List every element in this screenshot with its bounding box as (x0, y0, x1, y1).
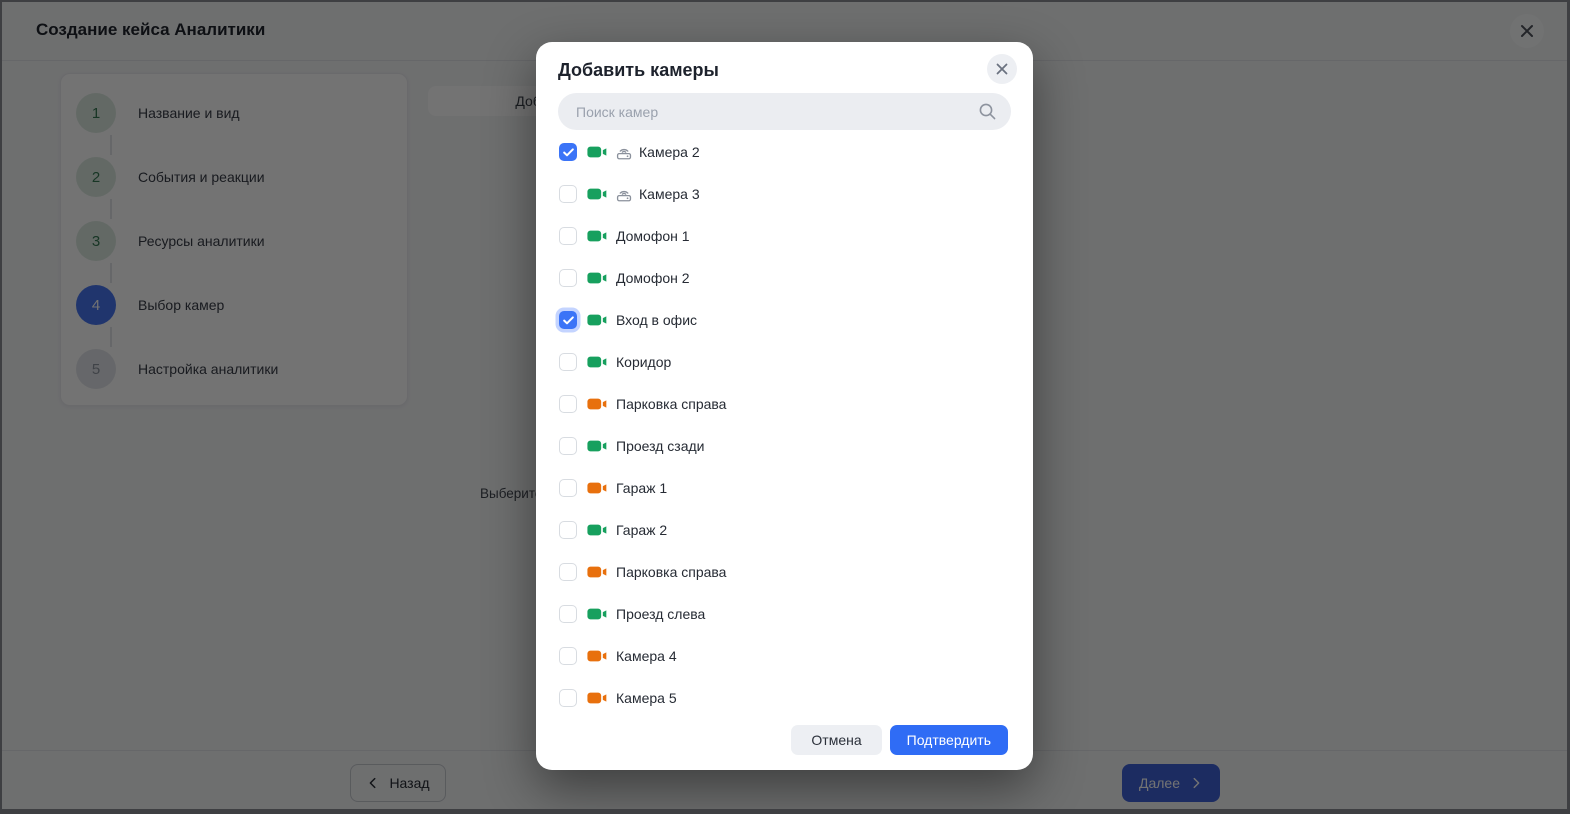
camera-icon (587, 397, 607, 411)
camera-name: Домофон 1 (616, 228, 690, 244)
camera-row: Камера 5 (558, 677, 1011, 719)
camera-name: Камера 3 (639, 186, 700, 202)
camera-icon (587, 523, 607, 537)
camera-icon (587, 355, 607, 369)
camera-icon (587, 565, 607, 579)
camera-name: Гараж 2 (616, 522, 667, 538)
camera-icon (587, 691, 607, 705)
camera-checkbox[interactable] (559, 395, 577, 413)
camera-row: Камера 3 (558, 173, 1011, 215)
camera-row: Коридор (558, 341, 1011, 383)
camera-name: Парковка справа (616, 564, 726, 580)
camera-icon (587, 229, 607, 243)
camera-row: Камера 4 (558, 635, 1011, 677)
camera-checkbox[interactable] (559, 143, 577, 161)
camera-checkbox[interactable] (559, 311, 577, 329)
camera-row: Парковка справа (558, 383, 1011, 425)
camera-checkbox[interactable] (559, 689, 577, 707)
cancel-button[interactable]: Отмена (791, 725, 881, 755)
check-icon (563, 316, 574, 325)
confirm-button[interactable]: Подтвердить (890, 725, 1008, 755)
camera-checkbox[interactable] (559, 185, 577, 203)
camera-name: Проезд слева (616, 606, 705, 622)
camera-checkbox[interactable] (559, 563, 577, 581)
camera-search (558, 93, 1011, 130)
camera-row: Проезд слева (558, 593, 1011, 635)
camera-checkbox[interactable] (559, 437, 577, 455)
camera-name: Домофон 2 (616, 270, 690, 286)
app-screen: Создание кейса Аналитики 1 Название и ви… (0, 0, 1570, 814)
camera-icon (587, 481, 607, 495)
camera-icon (587, 187, 607, 201)
camera-name: Проезд сзади (616, 438, 704, 454)
camera-name: Камера 5 (616, 690, 677, 706)
camera-checkbox[interactable] (559, 647, 577, 665)
camera-row: Домофон 1 (558, 215, 1011, 257)
camera-checkbox[interactable] (559, 353, 577, 371)
camera-name: Вход в офис (616, 312, 697, 328)
camera-name: Парковка справа (616, 396, 726, 412)
camera-name: Коридор (616, 354, 671, 370)
camera-list: Камера 2 Камера 3 (558, 131, 1011, 719)
camera-row: Парковка справа (558, 551, 1011, 593)
check-icon (563, 148, 574, 157)
camera-icon (587, 439, 607, 453)
close-icon (996, 63, 1008, 75)
modal-footer: Отмена Подтвердить (791, 725, 1008, 755)
camera-checkbox[interactable] (559, 479, 577, 497)
camera-icon (587, 271, 607, 285)
wifi-bridge-icon (616, 187, 634, 202)
modal-title: Добавить камеры (558, 60, 719, 81)
camera-checkbox[interactable] (559, 521, 577, 539)
camera-checkbox[interactable] (559, 605, 577, 623)
camera-icon (587, 649, 607, 663)
camera-icon (587, 607, 607, 621)
modal-close-button[interactable] (987, 54, 1017, 84)
camera-checkbox[interactable] (559, 269, 577, 287)
camera-icon (587, 145, 607, 159)
camera-checkbox[interactable] (559, 227, 577, 245)
camera-row: Проезд сзади (558, 425, 1011, 467)
search-icon (978, 102, 997, 121)
camera-row: Гараж 2 (558, 509, 1011, 551)
camera-name: Камера 2 (639, 144, 700, 160)
search-input[interactable] (574, 103, 978, 121)
add-cameras-modal: Добавить камеры (536, 42, 1033, 770)
camera-icon (587, 313, 607, 327)
camera-row: Камера 2 (558, 131, 1011, 173)
camera-name: Гараж 1 (616, 480, 667, 496)
camera-row: Гараж 1 (558, 467, 1011, 509)
camera-row: Вход в офис (558, 299, 1011, 341)
wifi-bridge-icon (616, 145, 634, 160)
camera-row: Домофон 2 (558, 257, 1011, 299)
camera-name: Камера 4 (616, 648, 677, 664)
